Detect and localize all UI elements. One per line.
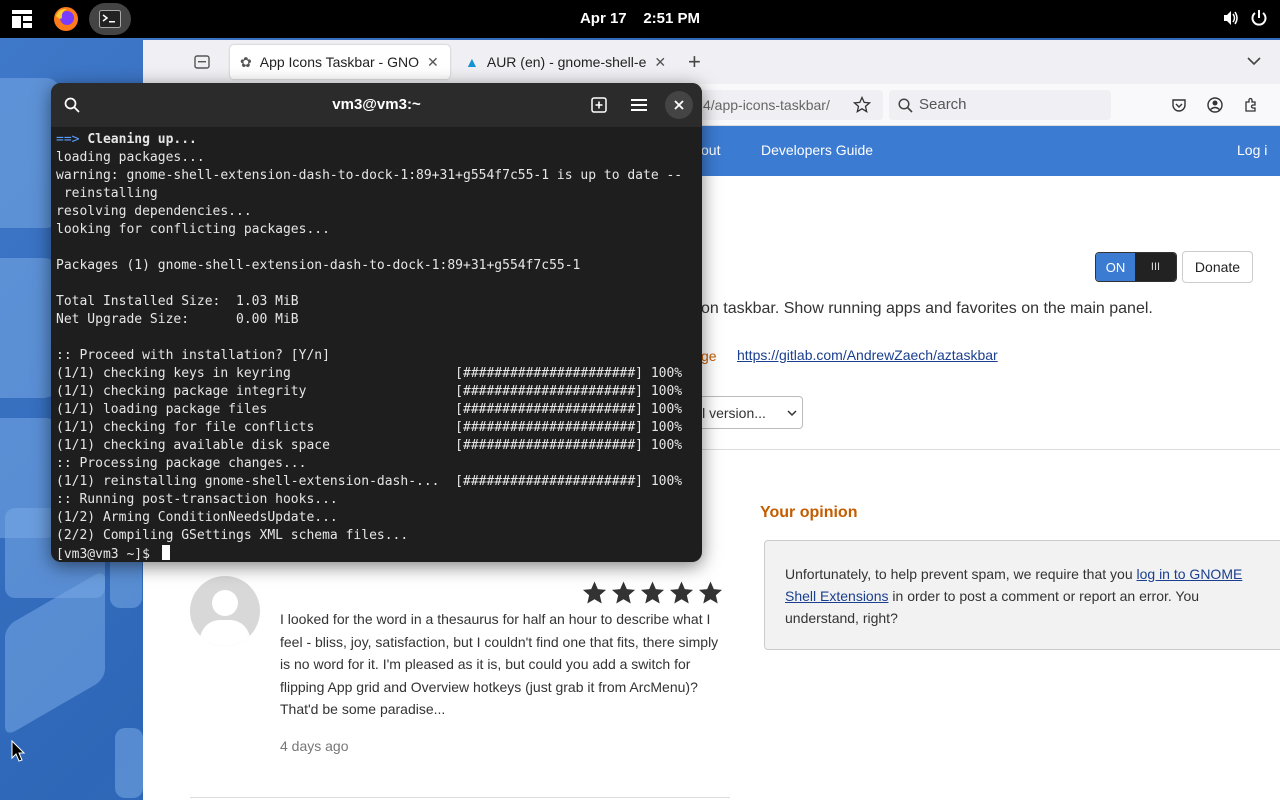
pocket-icon[interactable] (1171, 97, 1187, 113)
terminal-title-text: vm3@vm3:~ (332, 96, 421, 113)
date-text: Apr 17 (579, 10, 627, 27)
extensions-puzzle-icon[interactable] (1243, 97, 1259, 113)
system-tray[interactable] (1222, 9, 1268, 27)
terminal-line: (1/1) checking for file conflicts [#####… (56, 420, 683, 435)
terminal-line: (1/1) reinstalling gnome-shell-extension… (56, 474, 683, 489)
terminal-line: (1/1) checking package integrity [######… (56, 384, 683, 399)
divider (683, 449, 1280, 450)
terminal-headerbar: vm3@vm3:~ (51, 83, 702, 127)
top-bar: Apr 17 2:51 PM (0, 0, 1280, 38)
terminal-line: (2/2) Compiling GSettings XML schema fil… (56, 528, 409, 543)
donate-button[interactable]: Donate (1182, 251, 1253, 283)
terminal-line: (1/1) checking available disk space [###… (56, 438, 683, 453)
notice-text: Unfortunately, to help prevent spam, we … (785, 566, 1137, 582)
apps-grid-icon[interactable] (7, 4, 37, 34)
time-text: 2:51 PM (643, 10, 701, 27)
terminal-line: Net Upgrade Size: 0.00 MiB (56, 312, 299, 327)
hamburger-menu-icon[interactable] (625, 91, 653, 119)
terminal-line: (1/1) loading package files [###########… (56, 402, 683, 417)
divider (190, 797, 730, 798)
new-tab-icon[interactable]: + (688, 49, 701, 75)
star-icon (698, 581, 723, 604)
firefox-icon[interactable] (51, 4, 81, 34)
terminal-output[interactable]: ==> Cleaning up... loading packages... war… (51, 127, 702, 562)
terminal-line: warning: gnome-shell-extension-dash-to-d… (56, 168, 683, 183)
nav-login-link[interactable]: Log i (1237, 142, 1267, 158)
arch-favicon-icon: ▲ (465, 54, 479, 70)
star-icon (582, 581, 607, 604)
search-icon[interactable] (58, 91, 86, 119)
tab-label: App Icons Taskbar - GNO (259, 54, 419, 70)
text-cursor (161, 545, 170, 560)
wallpaper-shape (115, 728, 143, 798)
terminal-line: resolving dependencies... (56, 204, 252, 219)
gnome-favicon-icon: ✿ (240, 53, 252, 70)
tab-label: AUR (en) - gnome-shell-e (486, 54, 647, 70)
volume-icon[interactable] (1222, 9, 1240, 27)
close-tab-icon[interactable]: ✕ (427, 54, 439, 71)
rating-stars (581, 580, 724, 606)
terminal-line: :: Proceed with installation? [Y/n] (56, 348, 330, 363)
your-opinion-heading: Your opinion (760, 504, 858, 521)
star-icon (611, 581, 636, 604)
terminal-line-text: Cleaning up... (87, 132, 197, 147)
extension-toggle[interactable]: ON III (1095, 252, 1177, 282)
homepage-link[interactable]: https://gitlab.com/AndrewZaech/aztaskbar (737, 347, 998, 363)
avatar (190, 576, 260, 646)
terminal-line: :: Processing package changes... (56, 456, 307, 471)
star-icon (669, 581, 694, 604)
terminal-line: Total Installed Size: 1.03 MiB (56, 294, 299, 309)
tab-app-icons-taskbar[interactable]: ✿ App Icons Taskbar - GNO ✕ (230, 45, 450, 79)
tab-aur[interactable]: ▲ AUR (en) - gnome-shell-e ✕ (455, 45, 671, 79)
terminal-line: loading packages... (56, 150, 205, 165)
tab-overview-icon[interactable] (194, 55, 210, 69)
terminal-line: ==> Cleaning up... (56, 131, 697, 149)
chevron-down-icon (787, 410, 797, 417)
new-tab-icon[interactable] (585, 91, 613, 119)
version-select-value: ll version... (699, 405, 766, 421)
terminal-line: Packages (1) gnome-shell-extension-dash-… (56, 258, 581, 273)
close-tab-icon[interactable]: ✕ (654, 54, 666, 71)
power-icon[interactable] (1250, 9, 1268, 27)
terminal-line: looking for conflicting packages... (56, 222, 330, 237)
extension-description: on taskbar. Show running apps and favori… (701, 300, 1153, 317)
terminal-line: reinstalling (56, 186, 158, 201)
url-text: 4/app-icons-taskbar/ (703, 97, 830, 113)
terminal-line: (1/2) Arming ConditionNeedsUpdate... (56, 510, 338, 525)
tab-strip: ✿ App Icons Taskbar - GNO ✕ ▲ AUR (en) -… (143, 40, 1280, 84)
search-icon (898, 98, 913, 113)
nav-about-link[interactable]: out (701, 142, 720, 158)
search-input[interactable]: Search (889, 90, 1111, 120)
close-icon[interactable] (665, 91, 693, 119)
review-age: 4 days ago (280, 738, 349, 754)
terminal-icon[interactable] (89, 3, 131, 35)
mouse-pointer-icon (11, 740, 25, 762)
arrow-prefix: ==> (56, 132, 88, 147)
terminal-line: (1/1) checking keys in keyring [########… (56, 366, 683, 381)
clock: Apr 17 2:51 PM (0, 10, 1280, 27)
star-icon (640, 581, 665, 604)
login-required-notice: Unfortunately, to help prevent spam, we … (764, 540, 1280, 650)
nav-developers-guide-link[interactable]: Developers Guide (761, 142, 873, 158)
search-placeholder: Search (919, 96, 967, 113)
toggle-on-label: ON (1096, 253, 1136, 281)
review-text: I looked for the word in a thesaurus for… (280, 611, 719, 717)
list-tabs-chevron-down-icon[interactable] (1247, 56, 1261, 66)
toggle-off-label: III (1135, 253, 1176, 281)
clock-button[interactable]: Apr 17 2:51 PM (580, 10, 700, 27)
terminal-line: [vm3@vm3 ~]$ (56, 545, 697, 562)
terminal-line: :: Running post-transaction hooks... (56, 492, 338, 507)
wallpaper-shape (0, 258, 58, 398)
terminal-window[interactable]: vm3@vm3:~ ==> Cleaning up... loading pack… (51, 83, 702, 562)
account-icon[interactable] (1207, 97, 1223, 113)
bookmark-star-icon[interactable] (853, 96, 871, 114)
homepage-label: ge (701, 348, 717, 364)
